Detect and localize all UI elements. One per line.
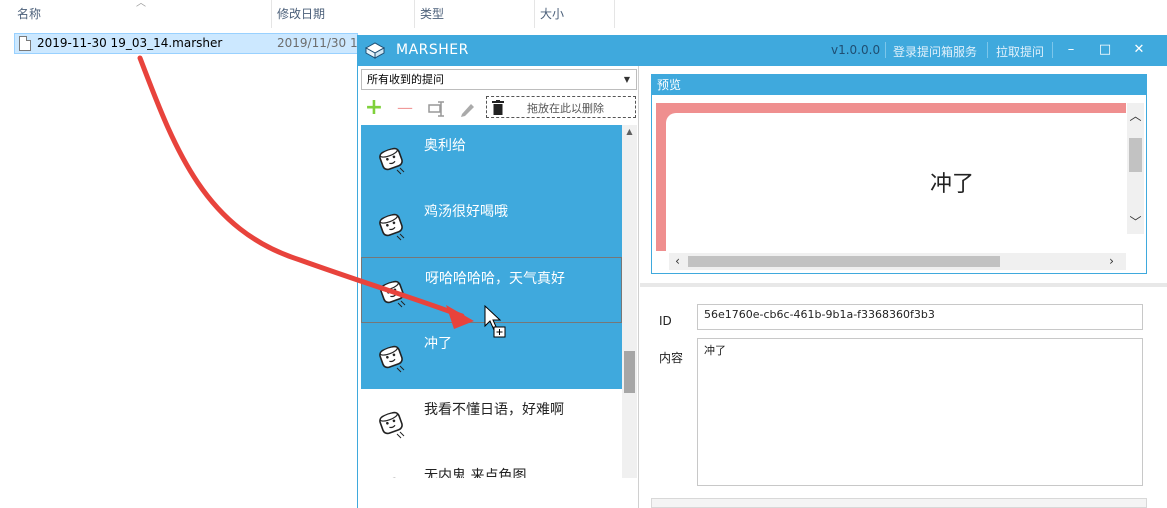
pane-divider[interactable] <box>640 283 1167 287</box>
question-text: 鸡汤很好喝哦 <box>424 204 508 220</box>
question-text: 奥利给 <box>424 138 466 154</box>
delete-dropzone[interactable]: 拖放在此以删除 <box>486 96 636 118</box>
question-item[interactable]: 奥利给 <box>361 125 622 191</box>
question-item[interactable]: 鸡汤很好喝哦 <box>361 191 622 257</box>
scrollbar-thumb[interactable] <box>1129 138 1142 172</box>
question-text: 无内鬼 来点色图 <box>424 468 527 478</box>
title-separator <box>885 42 886 58</box>
content-label: 内容 <box>659 351 684 365</box>
question-list-scrollbar[interactable]: ▲ <box>622 125 637 478</box>
rename-icon[interactable] <box>428 101 446 117</box>
file-name: 2019-11-30 19_03_14.marsher <box>37 36 223 50</box>
preview-text: 冲了 <box>930 172 975 197</box>
detail-pane: 预览 冲了 ︿ ﹀ ‹ › ID 56e1760e-cb6c-461b-9b1a… <box>640 66 1167 508</box>
dropdown-arrow-icon: ▼ <box>623 75 630 84</box>
marshmallow-icon <box>376 276 408 308</box>
chevron-left-icon[interactable]: ‹ <box>669 253 686 270</box>
scrollbar-thumb[interactable] <box>688 256 1000 267</box>
question-list: 奥利给 鸡汤很好喝哦 呀哈哈哈哈，天气真好 冲了 我看不懂日语，好难啊 无内鬼 … <box>358 125 622 478</box>
marshmallow-icon <box>375 407 407 439</box>
close-button[interactable]: ✕ <box>1129 41 1149 59</box>
chevron-up-icon[interactable]: ︿ <box>1127 107 1144 124</box>
question-list-pane: 所有收到的提问 ▼ + — 拖放在此以删除 奥利给 鸡汤很好喝哦 呀哈哈哈哈，天… <box>358 66 639 508</box>
column-type[interactable]: 类型 <box>415 0 535 28</box>
id-label: ID <box>659 314 672 328</box>
id-value: 56e1760e-cb6c-461b-9b1a-f3368360f3b3 <box>704 308 935 321</box>
remove-icon[interactable]: — <box>395 97 415 119</box>
question-item[interactable]: 冲了 <box>361 323 622 389</box>
dropzone-label: 拖放在此以删除 <box>527 102 604 115</box>
edit-pencil-icon[interactable] <box>459 101 477 117</box>
question-text: 呀哈哈哈哈，天气真好 <box>425 271 565 287</box>
login-service-link[interactable]: 登录提问箱服务 <box>893 43 977 60</box>
scroll-up-icon[interactable]: ▲ <box>622 125 637 139</box>
marshmallow-icon <box>375 209 407 241</box>
preview-card <box>666 113 1126 251</box>
question-filter-select[interactable]: 所有收到的提问 ▼ <box>361 69 637 90</box>
marshmallow-icon <box>375 143 407 175</box>
minimize-button[interactable]: – <box>1061 41 1081 59</box>
id-field[interactable]: 56e1760e-cb6c-461b-9b1a-f3368360f3b3 <box>697 304 1143 330</box>
filter-value: 所有收到的提问 <box>367 73 444 86</box>
explorer-header: ︿ 名称 修改日期 类型 大小 <box>0 0 1167 28</box>
app-title: MARSHER <box>396 42 469 58</box>
scrollbar-thumb[interactable] <box>624 351 635 393</box>
maximize-button[interactable]: □ <box>1095 41 1115 59</box>
question-text: 冲了 <box>424 336 452 352</box>
bottom-panel-edge <box>651 498 1147 508</box>
file-icon <box>19 36 31 51</box>
file-date: 2019/11/30 19 <box>277 36 357 50</box>
file-row[interactable]: 2019-11-30 19_03_14.marsher 2019/11/30 1… <box>14 33 358 54</box>
chevron-down-icon[interactable]: ﹀ <box>1127 213 1144 230</box>
column-modified-date[interactable]: 修改日期 <box>272 0 415 28</box>
chevron-right-icon[interactable]: › <box>1103 253 1120 270</box>
preview-header: 预览 <box>652 75 1146 95</box>
question-item[interactable]: 无内鬼 来点色图 <box>361 455 622 478</box>
version-label: v1.0.0.0 <box>831 43 881 57</box>
marshmallow-icon <box>375 341 407 373</box>
marshmallow-logo-icon <box>364 42 386 59</box>
preview-vertical-scrollbar[interactable]: ︿ ﹀ <box>1127 103 1144 234</box>
question-text: 我看不懂日语，好难啊 <box>424 402 564 418</box>
preview-horizontal-scrollbar[interactable]: ‹ › <box>669 253 1126 270</box>
marshmallow-icon <box>375 473 407 478</box>
add-icon[interactable]: + <box>364 97 384 119</box>
preview-panel: 预览 冲了 ︿ ﹀ ‹ › <box>651 74 1147 274</box>
title-separator <box>987 42 988 58</box>
marsher-window: MARSHER v1.0.0.0 登录提问箱服务 拉取提问 – □ ✕ 所有收到… <box>357 35 1167 508</box>
content-field[interactable]: 冲了 <box>697 338 1143 486</box>
question-item[interactable]: 呀哈哈哈哈，天气真好 <box>361 257 622 323</box>
question-item[interactable]: 我看不懂日语，好难啊 <box>361 389 622 455</box>
title-separator <box>1052 42 1053 58</box>
preview-canvas: 冲了 <box>656 103 1126 251</box>
title-bar[interactable]: MARSHER v1.0.0.0 登录提问箱服务 拉取提问 – □ ✕ <box>358 35 1167 66</box>
content-value: 冲了 <box>704 344 726 357</box>
fetch-questions-link[interactable]: 拉取提问 <box>996 43 1044 60</box>
column-name[interactable]: 名称 <box>12 0 272 28</box>
trash-icon <box>492 100 504 115</box>
column-size[interactable]: 大小 <box>535 0 615 28</box>
